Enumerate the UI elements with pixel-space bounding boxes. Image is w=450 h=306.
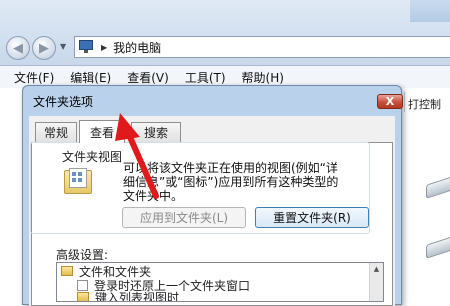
close-icon: X: [385, 95, 395, 108]
address-bar[interactable]: ▶ 我的电脑: [74, 36, 450, 58]
tree-item[interactable]: 键入列表视图时: [77, 290, 179, 301]
recent-pages-dropdown-icon[interactable]: ▼: [60, 42, 66, 51]
drive-icon[interactable]: [426, 175, 450, 199]
folder-view-icon: [64, 168, 92, 194]
tab-view[interactable]: 查看: [79, 120, 125, 143]
window-caption-strip: [410, 0, 450, 22]
menu-view[interactable]: 查看(V): [119, 69, 177, 86]
folder-icon: [77, 292, 89, 301]
open-control-panel-button[interactable]: 打控制: [408, 96, 441, 112]
computer-icon: [79, 40, 95, 54]
breadcrumb-chevron-icon[interactable]: ▶: [101, 43, 107, 52]
toolbar-divider: [404, 92, 405, 112]
menu-edit[interactable]: 编辑(E): [62, 69, 119, 86]
folder-view-group-title: 文件夹视图: [60, 148, 125, 165]
close-button[interactable]: X: [377, 94, 403, 109]
back-button[interactable]: ◀: [6, 36, 30, 60]
reset-folders-button[interactable]: 重置文件夹(R): [255, 207, 369, 228]
scroll-up-icon[interactable]: ▲: [370, 265, 383, 273]
menu-help[interactable]: 帮助(H): [234, 69, 292, 86]
tab-general[interactable]: 常规: [35, 122, 77, 142]
restore-windows-checkbox[interactable]: [77, 279, 88, 291]
folder-icon: [61, 266, 73, 276]
drive-icon[interactable]: [426, 235, 450, 259]
apply-to-folders-button[interactable]: 应用到文件夹(L): [122, 207, 246, 228]
tree-scrollbar[interactable]: ▲: [369, 263, 383, 301]
menu-tools[interactable]: 工具(T): [177, 69, 234, 86]
address-path[interactable]: 我的电脑: [113, 39, 161, 56]
forward-button[interactable]: ▶: [32, 36, 56, 60]
folder-view-description: 可以将该文件夹正在使用的视图(例如“详细信息”或“图标”)应用到所有这种类型的文…: [123, 161, 339, 203]
menu-file[interactable]: 文件(F): [0, 69, 62, 86]
dialog-title: 文件夹选项: [33, 95, 94, 109]
advanced-settings-label: 高级设置:: [56, 248, 109, 262]
forward-arrow-icon: ▶: [39, 40, 49, 56]
advanced-settings-tree[interactable]: 文件和文件夹 登录时还原上一个文件夹窗口 键入列表视图时 ▲: [56, 262, 384, 302]
back-arrow-icon: ◀: [13, 40, 23, 56]
tab-search[interactable]: 搜索: [131, 122, 181, 142]
